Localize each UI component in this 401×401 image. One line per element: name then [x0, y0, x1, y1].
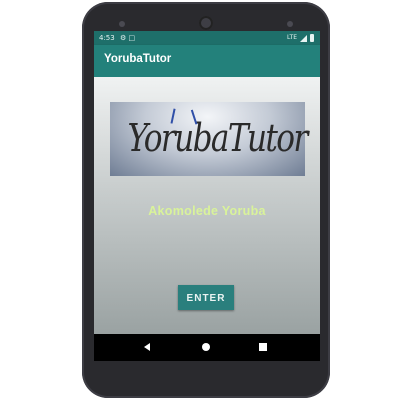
enter-button[interactable]: ENTER: [178, 285, 234, 310]
recent-apps-icon[interactable]: [259, 343, 267, 351]
phone-top-bezel: [82, 2, 330, 32]
navigation-bar: [94, 334, 320, 361]
app-title: YorubaTutor: [104, 53, 172, 65]
proximity-sensor-icon: [119, 21, 125, 27]
speaker-icon: [287, 21, 293, 27]
network-type: LTE: [287, 34, 297, 41]
main-content: YorubaTutor Akomolede Yoruba ENTER: [94, 77, 320, 334]
front-camera-icon: [199, 16, 213, 30]
signal-icon: [300, 34, 307, 42]
home-icon[interactable]: [202, 343, 210, 351]
device-screen: 4:53 ⚙ □ LTE YorubaTutor YorubaTutor Ako…: [94, 31, 320, 361]
back-icon[interactable]: [144, 343, 150, 351]
app-subtitle: Akomolede Yoruba: [148, 204, 266, 218]
phone-bottom-bezel: [94, 361, 320, 391]
notification-icons: ⚙ □: [120, 34, 136, 42]
app-bar: YorubaTutor: [94, 45, 320, 77]
logo-text: YorubaTutor: [127, 116, 309, 160]
status-indicators: LTE: [287, 31, 314, 45]
status-bar: 4:53 ⚙ □ LTE: [94, 31, 320, 45]
status-time: 4:53: [99, 34, 115, 42]
app-logo-image: YorubaTutor: [110, 102, 309, 176]
battery-icon: [310, 34, 314, 42]
